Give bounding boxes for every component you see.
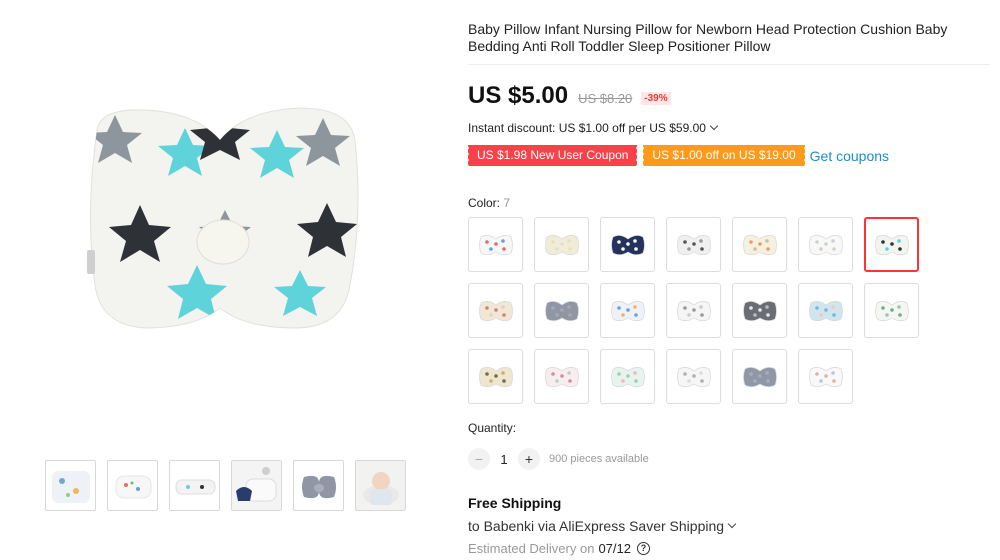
swatch-pillow-image [742,234,777,255]
discount-badge: -39% [641,92,671,105]
swatch-pillow-image [544,234,579,255]
store-coupon[interactable]: US $1.00 off on US $19.00 [642,145,805,166]
color-swatch-white-leaves[interactable] [864,283,919,338]
quantity-decrease-button[interactable]: − [468,448,490,470]
price-row: US $5.00 US $8.20 -39% [468,82,671,110]
swatch-pillow-image [874,234,909,255]
color-swatch-pink-stripes[interactable] [534,349,589,404]
delivery-date: 07/12 [598,541,631,556]
estimated-delivery: Estimated Delivery on 07/12 ? [468,541,650,556]
color-swatch-grid [468,217,990,404]
product-info: Baby Pillow Infant Nursing Pillow for Ne… [466,0,990,560]
instant-discount-dropdown[interactable]: Instant discount: US $1.00 off per US $5… [468,121,719,135]
thumbnail-pillow-gray[interactable] [293,460,344,511]
color-swatch-white-bear[interactable] [666,283,721,338]
help-icon[interactable]: ? [637,542,650,555]
swatch-pillow-image [478,234,513,255]
color-label-text: Color: [468,196,501,210]
shipping-title: Free Shipping [468,495,562,511]
color-swatch-mint-floral[interactable] [600,349,655,404]
swatch-pillow-image [808,234,843,255]
thumbnail-pillow-hand[interactable] [231,460,282,511]
color-swatch-gray-elephants[interactable] [732,283,787,338]
color-swatch-blue-mix-print[interactable] [600,283,655,338]
main-product-image[interactable] [45,70,395,360]
thumbnail-pillow-set[interactable] [45,460,96,511]
swatch-pillow-image [742,366,777,387]
swatch-pillow-image [544,366,579,387]
swatch-pillow-image [676,234,711,255]
thumbnail-pillow-side[interactable] [169,460,220,511]
product-title: Baby Pillow Infant Nursing Pillow for Ne… [468,21,948,54]
thumbnail-pillow-print[interactable] [107,460,158,511]
chevron-down-icon [709,121,719,131]
color-swatch-gray-plain-2[interactable] [732,349,787,404]
quantity-value[interactable]: 1 [490,452,518,467]
quantity-increase-button[interactable]: + [518,448,540,470]
get-coupons-link[interactable]: Get coupons [810,148,889,164]
color-label: Color: 7 [468,196,510,210]
swatch-pillow-image [610,300,645,321]
color-swatch-white-bear-2[interactable] [666,349,721,404]
instant-discount-text: Instant discount: US $1.00 off per US $5… [468,121,706,135]
color-swatch-multicolor-print[interactable] [468,217,523,272]
color-swatch-cyan-stars[interactable] [864,217,919,272]
thumbnail-strip [45,460,406,511]
delivery-label: Estimated Delivery on [468,541,595,556]
color-swatch-gray-plain[interactable] [534,283,589,338]
chevron-down-icon [727,519,737,529]
color-swatch-cream-dots[interactable] [732,217,787,272]
color-swatch-blue-bear[interactable] [798,283,853,338]
shipping-method-dropdown[interactable]: to Babenki via AliExpress Saver Shipping [468,518,737,534]
swatch-pillow-image [610,366,645,387]
swatch-pillow-image [742,300,777,321]
original-price: US $8.20 [578,91,633,106]
divider [468,64,990,65]
swatch-pillow-image [478,300,513,321]
product-gallery [0,0,450,560]
swatch-pillow-image [808,366,843,387]
color-swatch-cream-plain[interactable] [534,217,589,272]
color-swatch-white-floral[interactable] [798,217,853,272]
swatch-pillow-image [478,366,513,387]
swatch-pillow-image [544,300,579,321]
thumbnail-baby-on-pillow[interactable] [355,460,406,511]
swatch-pillow-image [874,300,909,321]
color-swatch-beige-animals[interactable] [468,283,523,338]
color-swatch-beige-giraffe[interactable] [468,349,523,404]
swatch-pillow-image [676,300,711,321]
color-swatch-white-print[interactable] [798,349,853,404]
color-swatch-navy-whales[interactable] [600,217,655,272]
color-count: 7 [503,196,511,210]
swatch-pillow-image [676,366,711,387]
quantity-label: Quantity: [468,421,517,435]
color-swatch-gray-cars[interactable] [666,217,721,272]
quantity-stepper: − 1 + 900 pieces available [468,448,649,470]
stock-available: 900 pieces available [549,453,649,465]
new-user-coupon[interactable]: US $1.98 New User Coupon [466,145,638,166]
swatch-pillow-image [808,300,843,321]
swatch-pillow-image [610,234,645,255]
shipping-method-text: to Babenki via AliExpress Saver Shipping [468,518,725,534]
coupon-row: US $1.98 New User Coupon US $1.00 off on… [466,145,889,166]
current-price: US $5.00 [468,82,569,109]
